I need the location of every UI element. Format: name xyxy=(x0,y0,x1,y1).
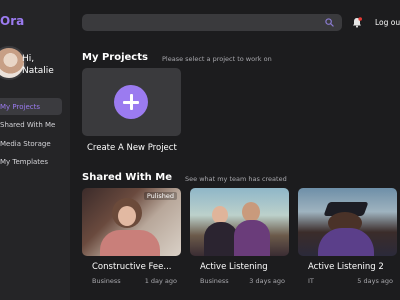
greeting-text: Hi, xyxy=(22,54,35,64)
my-projects-subtitle: Please select a project to work on xyxy=(162,55,272,63)
sidebar-item-shared-with-me[interactable]: Shared With Me xyxy=(0,117,62,134)
create-project-card[interactable] xyxy=(82,68,181,136)
create-project-label[interactable]: Create A New Project xyxy=(87,143,177,153)
card-title[interactable]: Constructive Fee... xyxy=(92,262,181,272)
project-thumbnail[interactable] xyxy=(190,188,289,256)
sidebar: Ora Hi, Natalie My Projects Shared With … xyxy=(0,0,70,300)
notification-bell-icon[interactable] xyxy=(352,17,362,28)
sidebar-item-my-templates[interactable]: My Templates xyxy=(0,154,62,171)
status-badge: Pulished xyxy=(143,192,177,200)
card-time: 1 day ago xyxy=(144,277,177,285)
card-category: Business xyxy=(200,277,229,285)
project-thumbnail[interactable] xyxy=(298,188,397,256)
project-thumbnail[interactable]: Pulished xyxy=(82,188,181,256)
sidebar-item-my-projects[interactable]: My Projects xyxy=(0,98,62,115)
thumbnail-body xyxy=(204,222,238,256)
search-icon[interactable] xyxy=(325,18,334,27)
thumbnail-body xyxy=(234,220,270,256)
logout-link[interactable]: Log out xyxy=(375,18,400,27)
project-card[interactable]: Active Listening 2 IT 5 days ago xyxy=(298,188,397,285)
user-name: Natalie xyxy=(22,66,54,76)
card-title[interactable]: Active Listening 2 xyxy=(308,262,397,272)
card-meta: Business 3 days ago xyxy=(200,277,289,285)
card-time: 5 days ago xyxy=(357,277,393,285)
sidebar-item-media-storage[interactable]: Media Storage xyxy=(0,135,62,152)
shared-subtitle: See what my team has created xyxy=(185,175,287,183)
my-projects-title: My Projects xyxy=(82,52,148,63)
card-time: 3 days ago xyxy=(249,277,285,285)
thumbnail-face xyxy=(118,206,136,226)
project-card[interactable]: Active Listening Business 3 days ago xyxy=(190,188,289,285)
thumbnail-face xyxy=(242,202,260,222)
card-category: IT xyxy=(308,277,314,285)
user-greeting: Hi, Natalie xyxy=(22,53,54,77)
thumbnail-body xyxy=(100,230,160,256)
shared-title: Shared With Me xyxy=(82,172,172,183)
card-category: Business xyxy=(92,277,121,285)
sidebar-nav: My Projects Shared With Me Media Storage… xyxy=(0,98,62,172)
card-meta: Business 1 day ago xyxy=(92,277,181,285)
plus-icon[interactable] xyxy=(114,85,148,119)
thumbnail-body xyxy=(318,228,374,256)
card-meta: IT 5 days ago xyxy=(308,277,397,285)
project-card[interactable]: Pulished Constructive Fee... Business 1 … xyxy=(82,188,181,285)
search-input[interactable] xyxy=(82,14,342,31)
app-logo[interactable]: Ora xyxy=(0,14,24,28)
card-title[interactable]: Active Listening xyxy=(200,262,289,272)
